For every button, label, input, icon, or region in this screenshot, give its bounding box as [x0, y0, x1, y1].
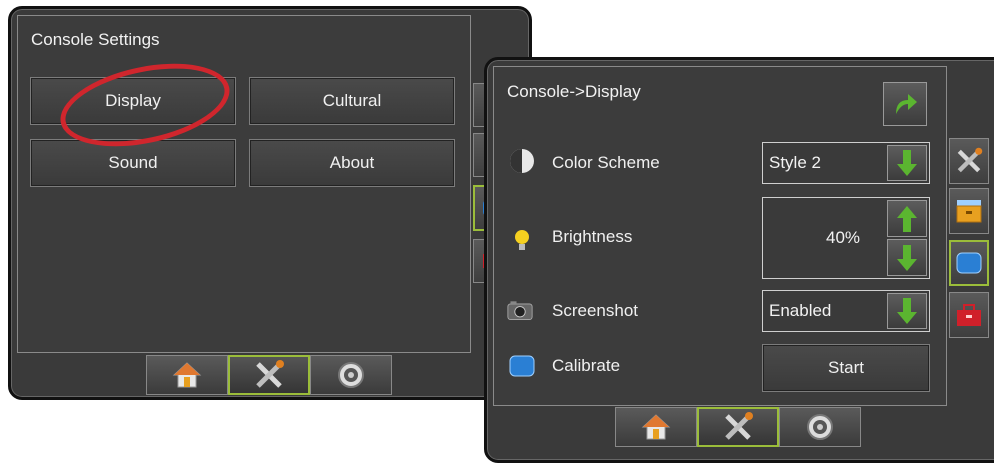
gauge-icon — [338, 362, 364, 388]
tools-icon — [957, 147, 983, 173]
brightness-up-button[interactable] — [887, 200, 927, 237]
bottom-nav — [146, 355, 392, 395]
nav-tools-tab[interactable] — [228, 355, 310, 395]
brightness-stepper[interactable]: 40% — [762, 197, 930, 279]
color-scheme-dropdown[interactable]: Style 2 — [762, 142, 930, 184]
tools-icon — [256, 360, 284, 388]
nav-home-tab[interactable] — [146, 355, 228, 395]
home-icon — [172, 362, 202, 388]
sound-button[interactable]: Sound — [30, 139, 236, 187]
down-arrow-icon — [897, 298, 917, 324]
console-settings-title: Console Settings — [31, 30, 160, 49]
side-tab-tools[interactable] — [949, 138, 989, 184]
screenshot-down-button[interactable] — [887, 293, 927, 329]
console-settings-panel: Console Settings Display Cultural Sound … — [8, 6, 532, 400]
screenshot-label: Screenshot — [552, 301, 638, 320]
brightness-icon — [515, 230, 529, 250]
monitor-icon — [956, 252, 982, 274]
display-settings-title: Console->Display — [507, 82, 641, 101]
camera-icon — [507, 301, 533, 320]
display-button[interactable]: Display — [30, 77, 236, 125]
screenshot-value: Enabled — [769, 301, 832, 320]
brightness-down-button[interactable] — [887, 239, 927, 276]
gauge-icon — [807, 414, 833, 440]
nav-gauge-tab[interactable] — [310, 355, 392, 395]
bottom-nav — [615, 407, 861, 447]
color-scheme-down-button[interactable] — [887, 145, 927, 181]
down-arrow-icon — [897, 150, 917, 176]
tools-icon — [725, 412, 753, 440]
toolbox-icon — [957, 304, 981, 326]
color-scheme-value: Style 2 — [769, 153, 821, 172]
nav-gauge-tab[interactable] — [779, 407, 861, 447]
calibrate-label: Calibrate — [552, 356, 621, 375]
about-button[interactable]: About — [249, 139, 455, 187]
screenshot-dropdown[interactable]: Enabled — [762, 290, 930, 332]
return-arrow-icon — [896, 94, 917, 114]
brightness-value: 40% — [825, 228, 861, 247]
calibrate-monitor-icon — [509, 355, 535, 377]
color-scheme-label: Color Scheme — [552, 153, 660, 172]
display-settings-panel: Console->Display Color Scheme Style 2 Br… — [484, 57, 994, 463]
nav-home-tab[interactable] — [615, 407, 697, 447]
side-tab-toolbox[interactable] — [949, 292, 989, 338]
home-icon — [641, 414, 671, 440]
down-arrow-icon — [897, 244, 917, 271]
up-arrow-icon — [897, 205, 917, 232]
side-tab-display[interactable] — [949, 240, 989, 286]
folder-icon — [956, 200, 982, 223]
side-tab-folder[interactable] — [949, 188, 989, 234]
color-scheme-icon — [510, 149, 534, 173]
cultural-button[interactable]: Cultural — [249, 77, 455, 125]
calibrate-start-button[interactable]: Start — [762, 344, 930, 392]
back-button[interactable] — [883, 82, 927, 126]
brightness-label: Brightness — [552, 227, 633, 246]
nav-tools-tab[interactable] — [697, 407, 779, 447]
